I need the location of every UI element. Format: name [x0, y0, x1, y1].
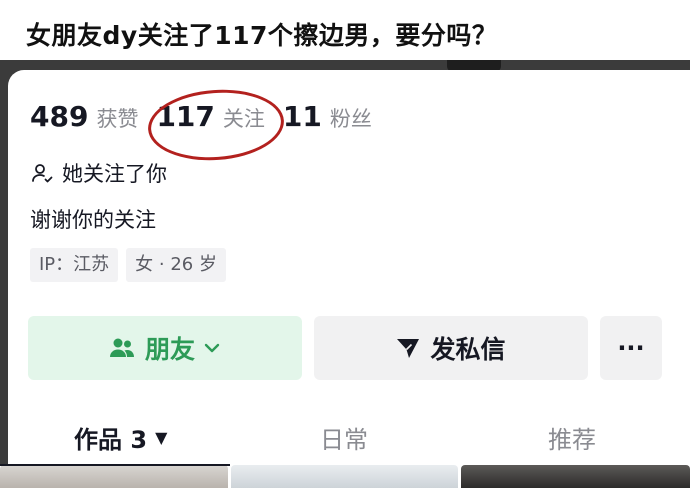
stat-followers-value: 11: [282, 100, 322, 133]
more-icon: ···: [617, 334, 645, 362]
profile-bio: 谢谢你的关注: [30, 208, 156, 232]
profile-screenshot: 489 获赞 117 关注 11 粉丝 她关注了你 谢谢你的关注 IP：江苏 女…: [0, 60, 690, 488]
stat-followers[interactable]: 11 粉丝: [283, 100, 372, 133]
tab-daily[interactable]: 日常: [320, 420, 368, 455]
content-tabs: 作品 3 ▼ 日常 推荐: [8, 406, 690, 466]
stat-likes-label: 获赞: [96, 107, 139, 131]
follows-you-text: 她关注了你: [62, 162, 167, 186]
stat-likes-value: 489: [30, 100, 89, 133]
red-circle-annotation: [145, 85, 287, 165]
tab-works-label: 作品 3: [74, 426, 148, 454]
profile-card: 489 获赞 117 关注 11 粉丝 她关注了你 谢谢你的关注 IP：江苏 女…: [8, 70, 690, 480]
follows-you-row: 她关注了你: [30, 158, 167, 188]
tab-works[interactable]: 作品 3 ▼: [74, 420, 167, 455]
profile-tags: IP：江苏 女 · 26 岁: [30, 248, 234, 282]
tag-ip-location: IP：江苏: [30, 248, 119, 282]
tag-gender-age: 女 · 26 岁: [126, 248, 226, 282]
video-thumbnail[interactable]: [461, 465, 690, 488]
send-message-label: 发私信: [430, 335, 506, 364]
caret-down-icon: ▼: [155, 428, 168, 447]
person-check-icon: [32, 164, 53, 183]
video-thumbnails: [0, 465, 690, 488]
chevron-down-icon: [204, 343, 220, 353]
active-tab-indicator: [0, 464, 230, 466]
more-options-button[interactable]: ···: [600, 316, 662, 380]
friends-icon: [109, 338, 134, 357]
send-icon: [397, 339, 420, 358]
stat-followers-label: 粉丝: [329, 107, 372, 131]
friend-button[interactable]: 朋友: [28, 316, 302, 380]
send-message-button[interactable]: 发私信: [314, 316, 588, 380]
video-thumbnail[interactable]: [0, 465, 228, 488]
tab-recommend[interactable]: 推荐: [548, 420, 596, 455]
stat-likes[interactable]: 489 获赞: [30, 100, 138, 133]
post-title: 女朋友dy关注了117个擦边男，要分吗？: [26, 21, 498, 50]
video-thumbnail[interactable]: [231, 465, 458, 488]
friend-button-label: 朋友: [144, 335, 195, 364]
